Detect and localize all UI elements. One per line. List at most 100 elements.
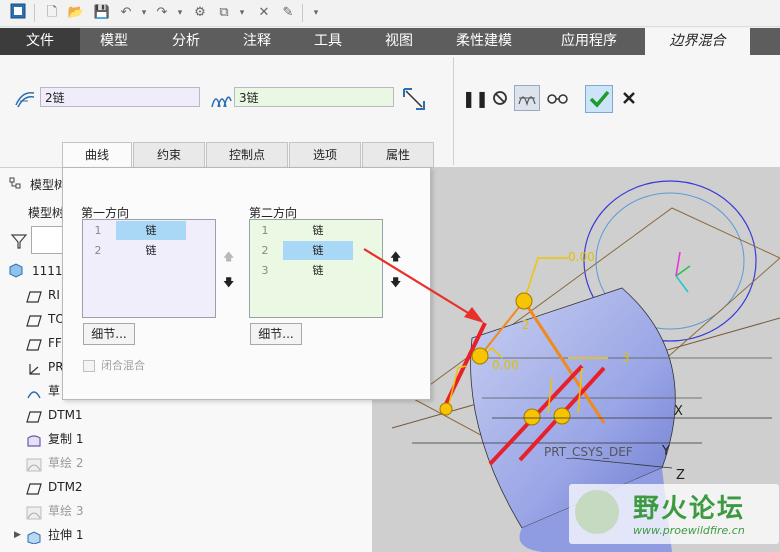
tree-item-sketch[interactable]: 草: [26, 380, 60, 402]
tree-item-dtm2[interactable]: DTM2: [26, 476, 83, 498]
tree-item-to[interactable]: TO: [26, 308, 65, 330]
subtab-options[interactable]: 选项: [289, 142, 361, 168]
list-item[interactable]: 3 链: [250, 261, 354, 280]
graphics-viewport[interactable]: 0.00 0.00 2 3 X Y Z PRT_CSYS_DEF 野火论坛 ww…: [372, 168, 780, 552]
axis-z-label: Z: [676, 468, 685, 483]
copy-surface-icon: [26, 433, 42, 447]
dimension-top[interactable]: 0.00: [568, 250, 595, 264]
windows-icon[interactable]: ⧉: [214, 3, 234, 23]
first-direction-icon: [14, 89, 36, 112]
no-preview-icon[interactable]: [491, 89, 509, 110]
tree-item-extrude1[interactable]: 拉伸 1: [26, 524, 83, 546]
forum-logo: [575, 490, 619, 534]
redo-dropdown-icon[interactable]: ▾: [170, 3, 190, 23]
close-window-icon[interactable]: ✕: [254, 3, 274, 23]
row-label: 链: [145, 244, 157, 257]
open-file-icon[interactable]: 📂: [66, 3, 86, 23]
list-item[interactable]: 2 链: [250, 241, 354, 260]
datum-plane-icon: [26, 409, 42, 423]
datum-plane-icon: [26, 313, 42, 327]
tree-item-ff[interactable]: FF: [26, 332, 62, 354]
tree-item-sketch2[interactable]: 草绘 2: [26, 452, 83, 474]
tab-model[interactable]: 模型: [80, 28, 148, 55]
tab-boundary-blend[interactable]: 边界混合: [645, 28, 750, 55]
undo-icon[interactable]: ↶: [116, 3, 136, 23]
tree-item-dtm1[interactable]: DTM1: [26, 404, 83, 426]
watermark: 野火论坛 www.proewildfire.cn: [569, 484, 779, 544]
settings-icon[interactable]: ✎: [278, 3, 298, 23]
tab-view[interactable]: 视图: [366, 28, 432, 55]
datum-plane-icon: [26, 289, 42, 303]
tree-item-copy1[interactable]: 复制 1: [26, 428, 83, 450]
model-tree-title: 模型树: [30, 178, 67, 192]
ribbon-tab-bar: 文件 模型 分析 注释 工具 视图 柔性建模 应用程序 边界混合: [0, 28, 780, 55]
chain-label-2: 2: [522, 318, 530, 332]
geometry-preview-icon[interactable]: [514, 85, 540, 111]
row-index: 3: [261, 264, 269, 277]
row-index: 1: [94, 224, 102, 237]
subtab-properties[interactable]: 属性: [362, 142, 434, 168]
row-index: 2: [94, 244, 102, 257]
verify-glasses-icon[interactable]: [546, 89, 570, 110]
first-chain-field[interactable]: 2链: [40, 87, 200, 107]
confirm-button[interactable]: [585, 85, 613, 113]
tree-item-pr[interactable]: PR: [26, 356, 64, 378]
row-label: 链: [116, 221, 186, 240]
tab-applications[interactable]: 应用程序: [536, 28, 642, 55]
closed-blend-checkbox[interactable]: [83, 360, 95, 372]
quick-access-toolbar: 🗋 📂 💾 ↶ ▾ ↷ ▾ ⚙ ⧉ ▾ ✕ ✎ ▾: [0, 0, 780, 27]
approximate-blend-icon[interactable]: [402, 87, 426, 114]
csys-label: PRT_CSYS_DEF: [544, 445, 633, 459]
row-label: 链: [283, 241, 353, 260]
dimension-mid[interactable]: 0.00: [492, 358, 519, 372]
list-item[interactable]: 1 链: [83, 221, 187, 240]
tree-item-rl[interactable]: RI: [26, 284, 60, 306]
first-details-button[interactable]: 细节...: [83, 323, 135, 345]
tab-analysis[interactable]: 分析: [148, 28, 224, 55]
save-icon[interactable]: 💾: [92, 3, 112, 23]
windows-dropdown-icon[interactable]: ▾: [232, 3, 252, 23]
regenerate-icon[interactable]: ⚙: [190, 3, 210, 23]
first-direction-table[interactable]: 1 链 2 链: [82, 219, 216, 318]
pause-icon[interactable]: ❚❚: [462, 89, 489, 108]
move-up-arrow-icon: 🡅: [223, 250, 235, 263]
tree-item-label: FF: [48, 336, 62, 350]
new-file-icon[interactable]: 🗋: [42, 3, 62, 23]
tree-item-label: 草绘 2: [48, 456, 84, 470]
tree-item-label: RI: [48, 288, 60, 302]
tab-annotate[interactable]: 注释: [224, 28, 290, 55]
row-index: 2: [261, 244, 269, 257]
subtab-constraints[interactable]: 约束: [133, 142, 205, 168]
tree-item-label: DTM1: [48, 408, 83, 422]
redo-icon[interactable]: ↷: [152, 3, 172, 23]
tree-item-label: DTM2: [48, 480, 83, 494]
second-chain-field[interactable]: 3链: [234, 87, 394, 107]
customize-dropdown-icon[interactable]: ▾: [306, 3, 326, 23]
app-icon[interactable]: [8, 3, 28, 23]
model-tree-subheader: 模型树: [28, 206, 65, 220]
row-label: 链: [312, 264, 324, 277]
cancel-button[interactable]: [620, 89, 638, 110]
tree-item-sketch3[interactable]: 草绘 3: [26, 500, 83, 522]
subtab-curves[interactable]: 曲线: [62, 142, 132, 169]
tab-file[interactable]: 文件: [0, 28, 80, 55]
tab-tools[interactable]: 工具: [290, 28, 366, 55]
expand-arrow-icon[interactable]: ▶: [14, 530, 21, 540]
model-tree-icon: [8, 176, 24, 195]
annotation-arrow: [363, 248, 484, 323]
list-item[interactable]: 1 链: [250, 221, 354, 240]
filter-icon[interactable]: [10, 232, 28, 253]
undo-dropdown-icon[interactable]: ▾: [134, 3, 154, 23]
row-index: 1: [261, 224, 269, 237]
tree-item-label: 拉伸 1: [48, 528, 84, 542]
move-down-arrow-icon[interactable]: 🡇: [223, 274, 234, 293]
watermark-title: 野火论坛: [633, 494, 746, 524]
extrude-icon: [26, 529, 42, 545]
subtab-control-points[interactable]: 控制点: [206, 142, 288, 168]
list-item[interactable]: 2 链: [83, 241, 187, 260]
tab-flexible-modeling[interactable]: 柔性建模: [432, 28, 536, 55]
second-details-button[interactable]: 细节...: [250, 323, 302, 345]
axis-y-label: Y: [662, 444, 670, 459]
axis-x-label: X: [674, 404, 683, 419]
datum-plane-icon: [26, 481, 42, 495]
